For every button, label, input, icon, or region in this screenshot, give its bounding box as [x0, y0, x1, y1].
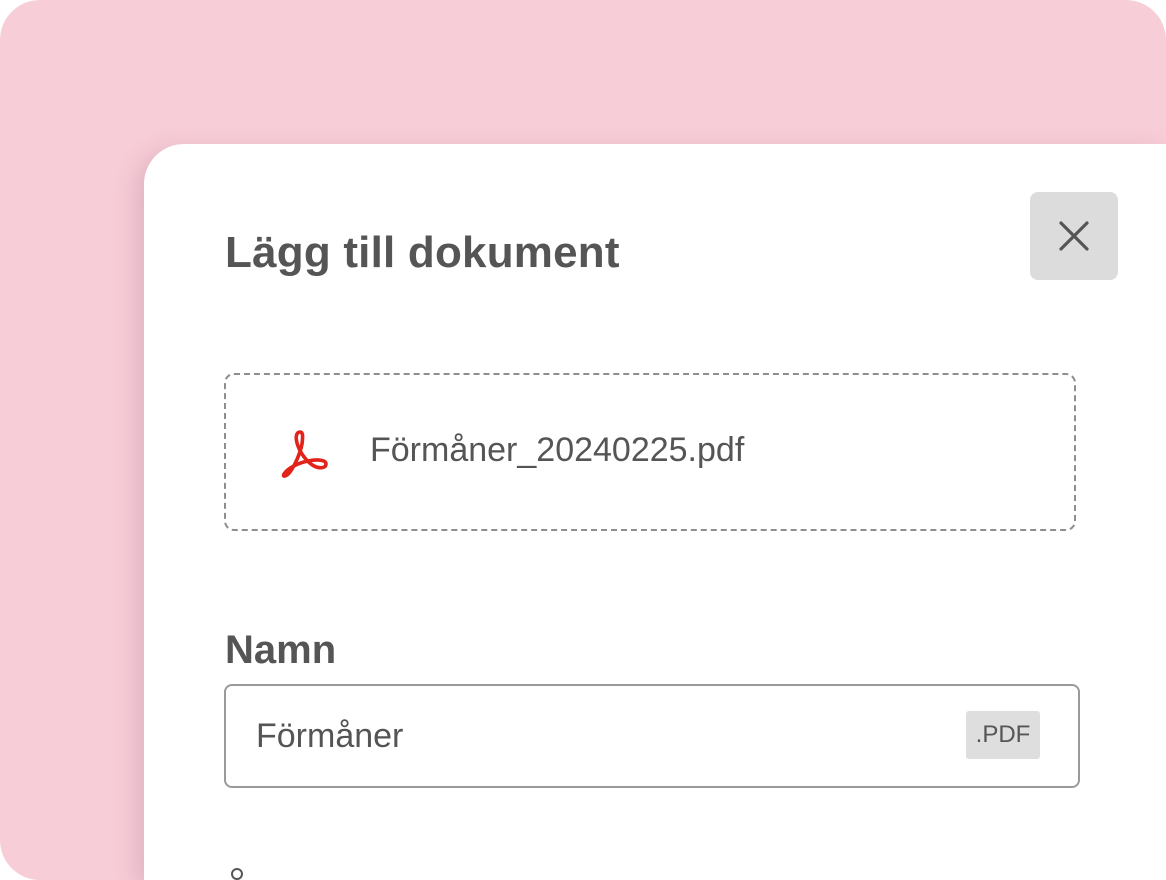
- close-button[interactable]: [1030, 192, 1118, 280]
- file-name: Förmåner_20240225.pdf: [370, 431, 745, 469]
- close-icon: [1059, 221, 1089, 251]
- name-input[interactable]: [256, 686, 936, 786]
- file-extension-badge: .PDF: [966, 711, 1040, 759]
- add-document-dialog: Lägg till dokument Förmåner_20240225.pdf…: [144, 144, 1166, 880]
- file-dropzone[interactable]: Förmåner_20240225.pdf: [224, 373, 1076, 531]
- pdf-icon: [281, 430, 328, 478]
- name-field: .PDF: [224, 684, 1080, 788]
- name-field-label: Namn: [225, 628, 337, 672]
- next-field-indicator: [231, 868, 243, 880]
- dialog-title: Lägg till dokument: [225, 228, 620, 277]
